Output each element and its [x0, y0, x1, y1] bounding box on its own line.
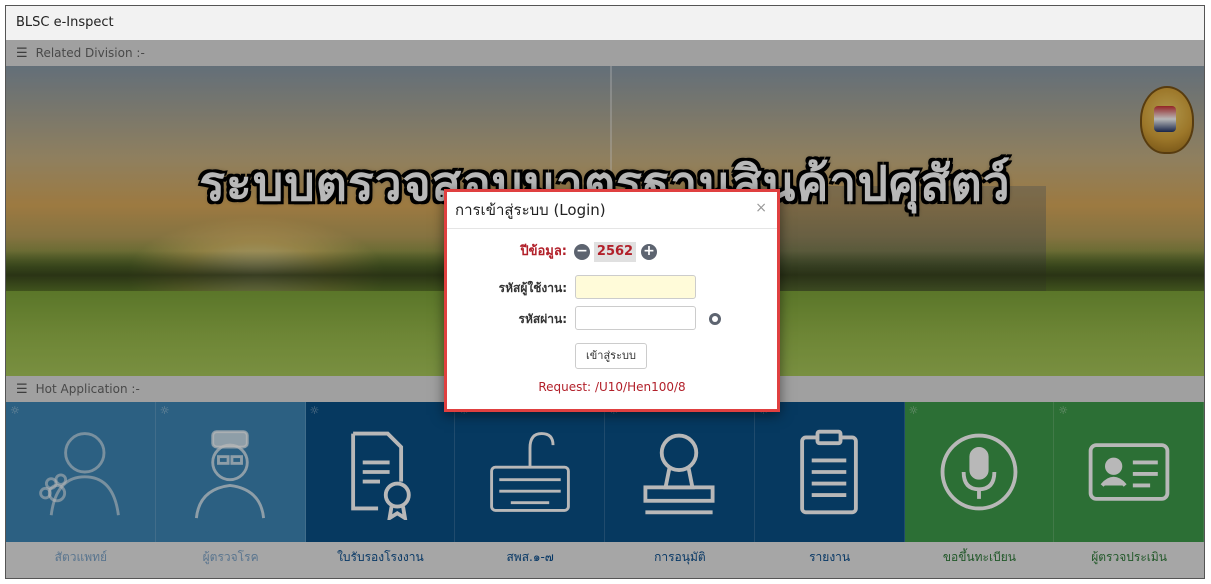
year-increment-button[interactable]: +	[641, 244, 657, 260]
login-dialog-header: การเข้าสู่ระบบ (Login) ×	[447, 192, 777, 229]
request-path: /U10/Hen100/8	[594, 380, 686, 394]
login-button[interactable]: เข้าสู่ระบบ	[575, 343, 647, 369]
request-info: Request: /U10/Hen100/8	[447, 380, 777, 394]
show-password-eye-icon[interactable]	[709, 313, 721, 325]
year-decrement-button[interactable]: −	[574, 244, 590, 260]
password-row: รหัสผ่าน:	[447, 306, 777, 332]
login-dialog-title: การเข้าสู่ระบบ (Login)	[455, 201, 606, 219]
password-label: รหัสผ่าน:	[518, 312, 567, 326]
password-field[interactable]	[575, 306, 696, 330]
username-label: รหัสผู้ใช้งาน:	[498, 281, 567, 295]
app-title: BLSC e-Inspect	[6, 6, 1204, 41]
year-selector: ปีข้อมูล: − 2562 +	[447, 240, 777, 264]
year-label: ปีข้อมูล:	[520, 244, 567, 259]
username-field[interactable]	[575, 275, 696, 299]
close-icon[interactable]: ×	[755, 192, 767, 224]
login-dialog: การเข้าสู่ระบบ (Login) × ปีข้อมูล: − 256…	[444, 189, 780, 412]
year-value: 2562	[594, 242, 636, 262]
username-row: รหัสผู้ใช้งาน:	[447, 275, 777, 301]
request-label: Request:	[538, 380, 592, 394]
